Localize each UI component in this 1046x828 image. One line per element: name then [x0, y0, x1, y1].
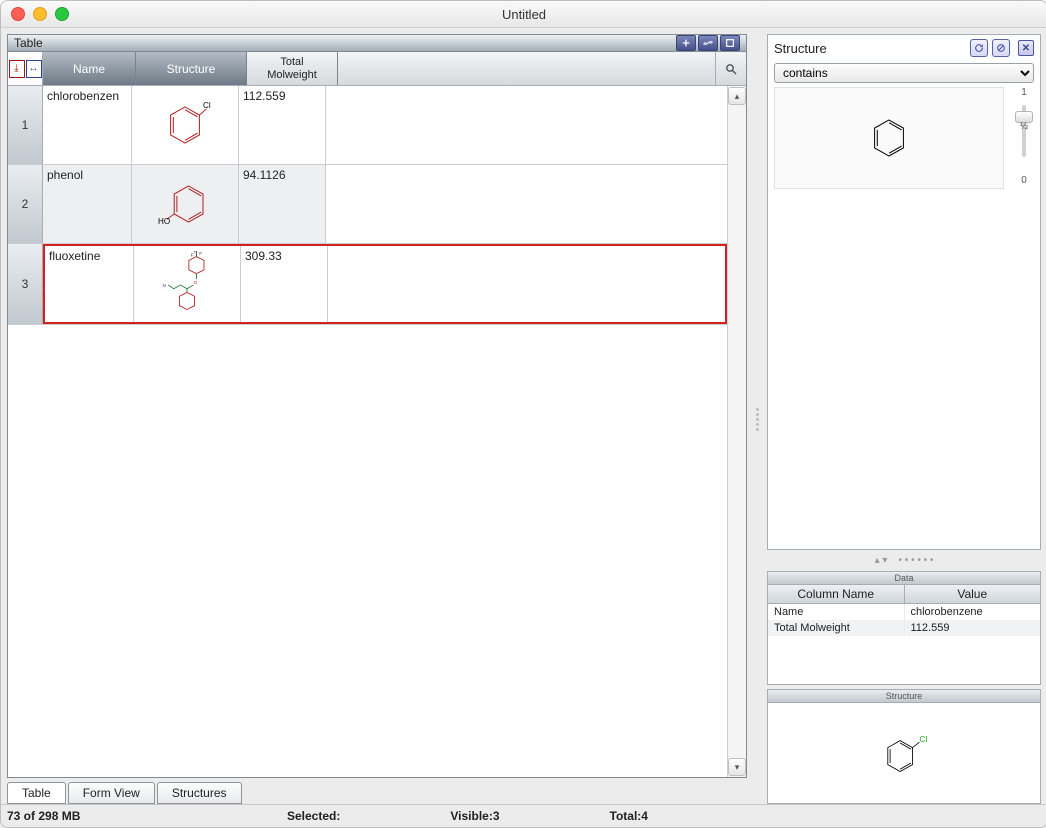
structure-detail-panel: Structure Cl — [767, 689, 1041, 804]
data-panel-header: Column Name Value — [768, 585, 1040, 604]
close-panel-button[interactable]: ✕ — [1018, 40, 1034, 56]
atom-label: Cl — [919, 734, 927, 744]
table-corner-tools: ⤓ ↔ — [8, 52, 43, 85]
visible-status: Visible:3 — [450, 809, 499, 823]
total-status: Total:4 — [610, 809, 648, 823]
tab-table[interactable]: Table — [7, 782, 66, 804]
column-header-structure[interactable]: Structure — [136, 52, 247, 85]
scroll-up-button[interactable]: ▴ — [728, 87, 746, 105]
data-panel-title: Data — [768, 572, 1040, 585]
table-row[interactable]: 2 phenol HO — [8, 165, 727, 244]
slider-max-label: 1 — [1021, 87, 1027, 101]
cell-molweight[interactable]: 309.33 — [241, 246, 328, 322]
structure-detail-canvas[interactable]: Cl — [768, 703, 1040, 803]
content-area: Table ⤓ ↔ Name Structure Total Molweight — [1, 28, 1046, 804]
vertical-scrollbar[interactable]: ▴ ▾ — [727, 86, 746, 777]
atom-label: Cl — [203, 101, 211, 110]
table-row[interactable]: 3 fluoxetine F F — [8, 244, 727, 325]
structure-panel-title: Structure — [774, 41, 966, 56]
svg-text:N: N — [162, 283, 166, 288]
maximize-panel-button[interactable] — [720, 35, 740, 51]
data-row[interactable]: Total Molweight 112.559 — [768, 620, 1040, 636]
clear-structure-button[interactable] — [992, 39, 1010, 57]
cell-name[interactable]: phenol — [43, 165, 132, 243]
column-header-spacer — [338, 52, 715, 85]
slider-min-label: 0 — [1021, 175, 1027, 189]
cell-name[interactable]: fluoxetine — [45, 246, 134, 322]
data-col-header-value[interactable]: Value — [905, 585, 1041, 603]
table-pane: Table ⤓ ↔ Name Structure Total Molweight — [7, 34, 747, 804]
add-column-button[interactable] — [676, 35, 696, 51]
structure-detail-title: Structure — [768, 690, 1040, 703]
table-row[interactable]: 1 chlorobenzen Cl — [8, 86, 727, 165]
memory-status: 73 of 298 MB — [7, 809, 287, 823]
table-panel-title: Table — [14, 35, 43, 51]
link-button[interactable] — [698, 35, 718, 51]
svg-text:F: F — [199, 251, 202, 256]
window-title: Untitled — [1, 7, 1046, 22]
data-row-name: Total Molweight — [768, 620, 905, 636]
similarity-slider[interactable]: 1 ½ 0 — [1010, 87, 1038, 189]
table-container: ⤓ ↔ Name Structure Total Molweight — [7, 51, 747, 778]
structure-query-canvas[interactable] — [774, 87, 1004, 189]
selected-status: Selected: — [287, 809, 340, 823]
table-rows: 1 chlorobenzen Cl — [8, 86, 727, 777]
svg-text:F: F — [194, 251, 197, 254]
table-panel-header: Table — [7, 34, 747, 51]
atom-label: HO — [158, 217, 170, 226]
table-search-button[interactable] — [715, 52, 746, 85]
structure-match-select[interactable]: contains — [774, 63, 1034, 83]
data-row-value: chlorobenzene — [905, 604, 1041, 620]
tab-form-view[interactable]: Form View — [68, 782, 155, 804]
cell-structure[interactable]: F F F O N — [134, 246, 241, 322]
right-pane: Structure ✕ contains — [767, 34, 1041, 804]
refresh-structure-button[interactable] — [970, 39, 988, 57]
pane-splitter[interactable] — [753, 34, 761, 804]
data-row-value: 112.559 — [905, 620, 1041, 636]
slider-mid-label: ½ — [1020, 121, 1028, 135]
cell-name[interactable]: chlorobenzen — [43, 86, 132, 164]
data-row[interactable]: Name chlorobenzene — [768, 604, 1040, 620]
app-window: Untitled Table ⤓ ↔ Name Structure — [0, 0, 1046, 828]
table-header-row: ⤓ ↔ Name Structure Total Molweight — [8, 52, 746, 86]
data-col-header-name[interactable]: Column Name — [768, 585, 905, 603]
row-header[interactable]: 2 — [8, 165, 43, 243]
cell-structure[interactable]: HO — [132, 165, 239, 243]
row-header[interactable]: 1 — [8, 86, 43, 164]
table-body: 1 chlorobenzen Cl — [8, 86, 746, 777]
row-tool-2-icon[interactable]: ↔ — [26, 60, 42, 78]
data-panel: Data Column Name Value Name chlorobenzen… — [767, 571, 1041, 685]
horizontal-splitter[interactable]: ▴ ▾ • • • • • • — [767, 554, 1041, 567]
cell-molweight[interactable]: 94.1126 — [239, 165, 326, 243]
scroll-down-button[interactable]: ▾ — [728, 758, 746, 776]
svg-text:F: F — [191, 253, 194, 258]
column-header-name[interactable]: Name — [43, 52, 136, 85]
tab-structures[interactable]: Structures — [157, 782, 242, 804]
cell-molweight[interactable]: 112.559 — [239, 86, 326, 164]
view-tabs: Table Form View Structures — [7, 782, 747, 804]
cell-structure[interactable]: Cl — [132, 86, 239, 164]
data-row-name: Name — [768, 604, 905, 620]
structure-filter-panel: Structure ✕ contains — [767, 34, 1041, 550]
row-header[interactable]: 3 — [8, 244, 43, 324]
svg-text:O: O — [194, 280, 198, 285]
column-header-molweight[interactable]: Total Molweight — [247, 52, 338, 85]
status-bar: 73 of 298 MB Selected: Visible:3 Total:4 — [1, 804, 1046, 827]
row-tool-1-icon[interactable]: ⤓ — [9, 60, 25, 78]
titlebar: Untitled — [1, 1, 1046, 28]
